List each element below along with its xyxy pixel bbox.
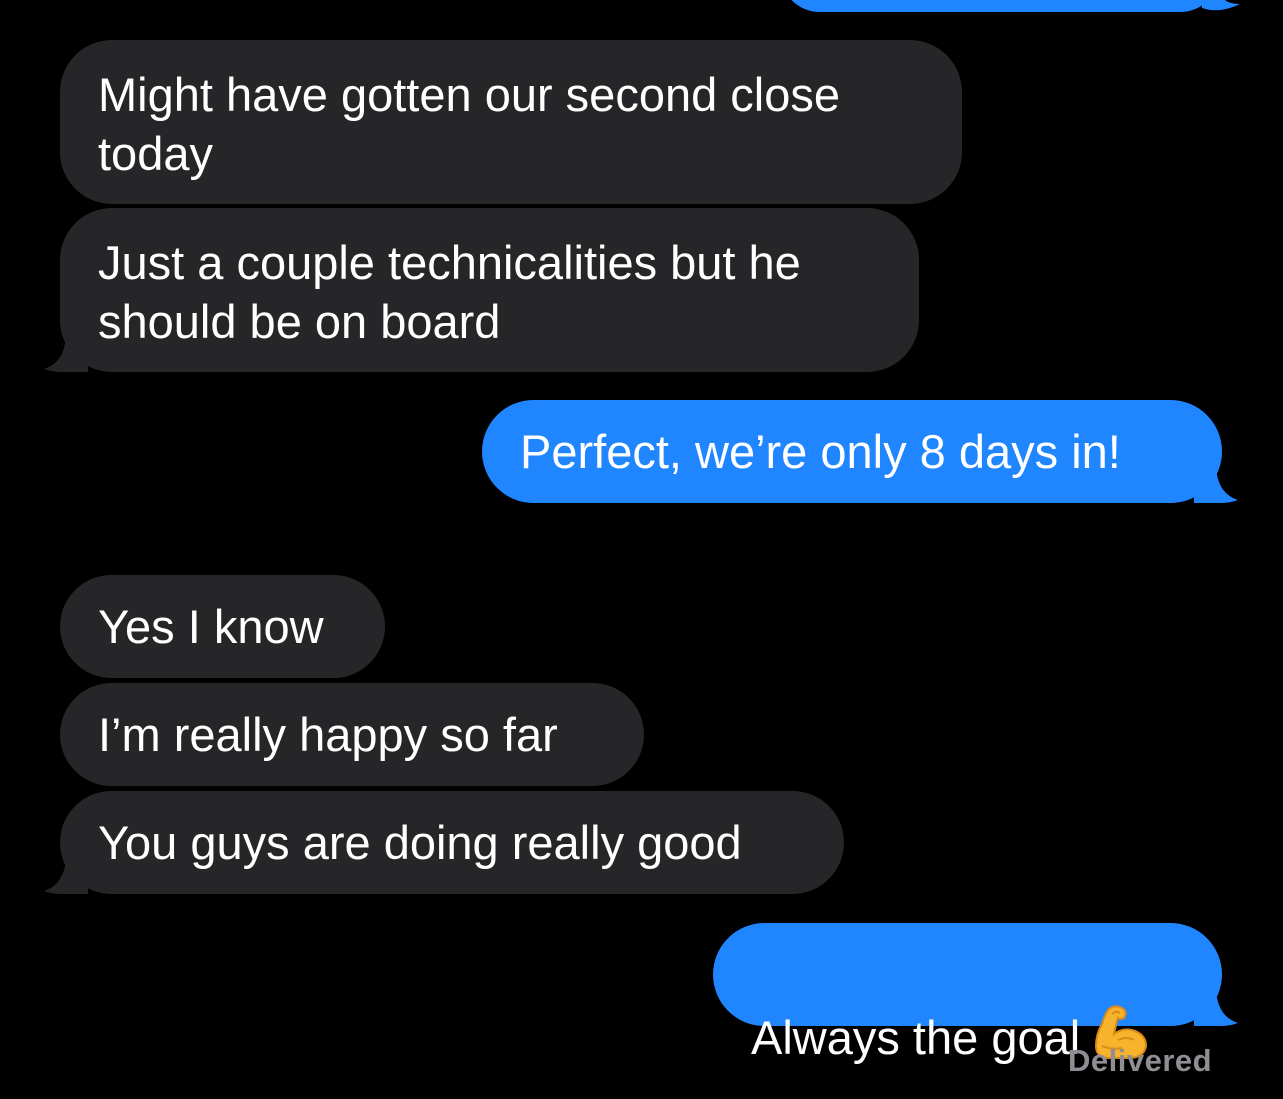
message-text: Always the goal bbox=[751, 1011, 1081, 1064]
delivery-status: Delivered bbox=[1068, 1043, 1213, 1078]
message-bubble-incoming[interactable]: I’m really happy so far bbox=[60, 683, 644, 786]
message-bubble-incoming[interactable]: You guys are doing really good bbox=[60, 791, 844, 894]
bubble-tail-partial bbox=[1201, 0, 1240, 11]
bubble-tail-incoming bbox=[44, 854, 88, 894]
bubble-tail-incoming bbox=[44, 332, 88, 372]
message-bubble-outgoing[interactable]: Always the goal bbox=[713, 923, 1222, 1064]
message-bubble-incoming[interactable]: Yes I know bbox=[60, 575, 385, 678]
message-bubble-incoming[interactable]: Just a couple technicalities but he shou… bbox=[60, 208, 919, 372]
bubble-tail-outgoing bbox=[1194, 986, 1238, 1026]
message-bubble-incoming[interactable]: Might have gotten our second close today bbox=[60, 40, 962, 204]
bubble-tail-outgoing bbox=[1194, 463, 1238, 503]
message-bubble-partial[interactable] bbox=[780, 0, 1220, 12]
message-bubble-outgoing[interactable]: Perfect, we’re only 8 days in! bbox=[482, 400, 1222, 503]
